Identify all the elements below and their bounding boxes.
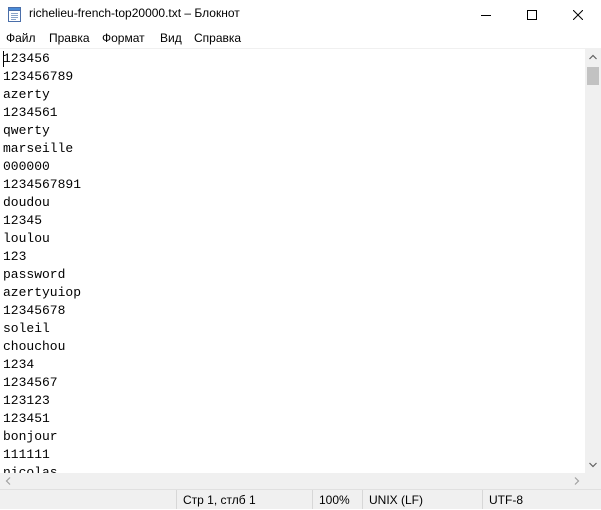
text-line: 12345 [3,213,43,228]
text-line: 000000 [3,159,50,174]
menu-help[interactable]: Справка [194,31,241,45]
status-line-endings: UNIX (LF) [362,490,482,509]
text-line: 12345678 [3,303,66,318]
scroll-up-button[interactable] [585,49,601,65]
scroll-down-button[interactable] [585,457,601,473]
text-line: azerty [3,87,50,102]
text-line: 1234561 [3,105,58,120]
text-line: 1234567 [3,375,58,390]
text-line: 111111 [3,447,50,462]
close-button[interactable] [555,0,601,29]
status-encoding: UTF-8 [482,490,601,509]
menu-view[interactable]: Вид [160,31,182,45]
maximize-icon [527,9,537,20]
text-line: doudou [3,195,50,210]
editor-lines: 123456 123456789 azerty 1234561 qwerty m… [3,50,81,473]
text-line: 123456 [3,51,50,66]
text-line: 123 [3,249,27,264]
chevron-left-icon [5,477,11,485]
menu-file[interactable]: Файл [6,31,36,45]
vertical-scrollbar[interactable] [585,49,601,473]
text-line: password [3,267,66,282]
notepad-icon [8,7,21,22]
text-line: 123456789 [3,69,74,84]
title-bar[interactable]: richelieu-french-top20000.txt – Блокнот [0,0,601,29]
close-icon [573,9,583,20]
horizontal-scrollbar[interactable] [0,473,585,489]
status-bar: Стр 1, стлб 1 100% UNIX (LF) UTF-8 [0,489,601,509]
text-line: chouchou [3,339,66,354]
text-line: azertyuiop [3,285,82,300]
text-line: marseille [3,141,74,156]
menu-format[interactable]: Формат [102,31,145,45]
chevron-up-icon [589,54,597,60]
text-line: bonjour [3,429,58,444]
text-line: soleil [3,321,50,336]
text-caret [3,51,4,67]
text-line: 123123 [3,393,50,408]
text-line: 123451 [3,411,50,426]
status-zoom: 100% [312,490,362,509]
scroll-left-button[interactable] [0,473,16,489]
vertical-scroll-thumb[interactable] [587,67,599,85]
text-line: 1234567891 [3,177,82,192]
menu-bar: Файл Правка Формат Вид Справка [0,29,601,49]
scroll-right-button[interactable] [569,473,585,489]
text-line: nicolas [3,465,58,473]
text-line: 1234 [3,357,35,372]
window-title: richelieu-french-top20000.txt – Блокнот [29,6,240,20]
text-editor[interactable]: 123456 123456789 azerty 1234561 qwerty m… [0,49,585,473]
maximize-button[interactable] [509,0,555,29]
menu-edit[interactable]: Правка [49,31,90,45]
text-line: loulou [3,231,50,246]
scrollbar-corner [585,473,601,489]
minimize-button[interactable] [463,0,509,29]
status-cursor-position: Стр 1, стлб 1 [176,490,312,509]
text-line: qwerty [3,123,50,138]
chevron-right-icon [574,477,580,485]
chevron-down-icon [589,462,597,468]
minimize-icon [481,10,491,20]
